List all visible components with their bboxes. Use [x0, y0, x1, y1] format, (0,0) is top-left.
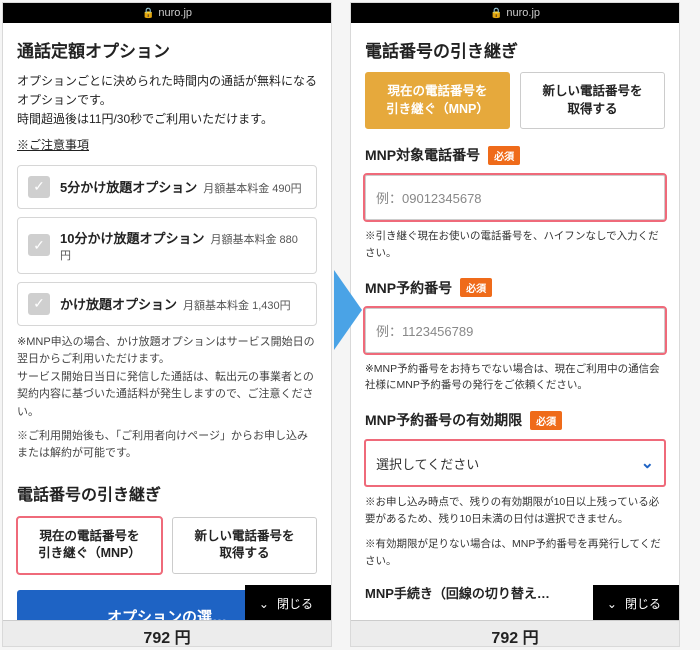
tab-keep-number[interactable]: 現在の電話番号を 引き継ぐ（MNP）: [17, 517, 162, 574]
checkbox-icon[interactable]: ✓: [28, 176, 50, 198]
option-price: 月額基本料金 490円: [203, 183, 301, 195]
fine-print: ※MNP申込の場合、かけ放題オプションはサービス開始日の翌日からご利用いただけま…: [17, 334, 317, 463]
notes-link[interactable]: ※ご注意事項: [17, 136, 89, 153]
close-bar[interactable]: ⌄ 閉じる: [593, 585, 679, 622]
option-unlimited[interactable]: ✓ かけ放題オプション月額基本料金 1,430円: [17, 282, 317, 326]
option-title: 10分かけ放題オプション: [60, 231, 204, 246]
close-label: 閉じる: [277, 595, 313, 612]
label-text: MNP予約番号の有効期限: [365, 410, 522, 430]
section-title-phone: 電話番号の引き継ぎ: [17, 481, 317, 505]
fine-print-2: ※ご利用開始後も、「ご利用者向けページ」からお申し込みまたは解約が可能です。: [17, 428, 317, 463]
chevron-down-icon: ⌄: [607, 597, 617, 611]
select-value: 選択してください: [376, 454, 479, 473]
phone-right: 🔒 nuro.jp 電話番号の引き継ぎ 現在の電話番号を 引き継ぐ（MNP） 新…: [350, 2, 680, 647]
mnp-expiry-select[interactable]: 選択してください ⌄: [365, 440, 665, 486]
page-title: 通話定額オプション: [17, 37, 317, 62]
helper-text: ※MNP予約番号をお持ちでない場合は、現在ご利用中の通信会社様にMNP予約番号の…: [365, 361, 665, 395]
close-label: 閉じる: [625, 595, 661, 612]
field-label-mnp-expiry: MNP予約番号の有効期限 必須: [365, 410, 665, 430]
label-text: MNP予約番号: [365, 278, 452, 298]
helper-text: ※お申し込み時点で、残りの有効期限が10日以上残っている必要があるため、残り10…: [365, 494, 665, 528]
url-text: nuro.jp: [158, 7, 192, 19]
option-desc: オプションごとに決められた時間内の通話が無料になるオプションです。 時間超過後は…: [17, 72, 317, 130]
close-bar[interactable]: ⌄ 閉じる: [245, 585, 331, 622]
field-label-mnp-reserve: MNP予約番号 必須: [365, 278, 665, 298]
checkbox-icon[interactable]: ✓: [28, 234, 50, 256]
url-bar: 🔒 nuro.jp: [351, 3, 679, 23]
option-10min[interactable]: ✓ 10分かけ放題オプション月額基本料金 880円: [17, 217, 317, 274]
phone-left: 🔒 nuro.jp 通話定額オプション オプションごとに決められた時間内の通話が…: [2, 2, 332, 647]
option-price: 月額基本料金 1,430円: [183, 300, 291, 312]
option-title: かけ放題オプション: [60, 297, 177, 312]
url-bar: 🔒 nuro.jp: [3, 3, 331, 23]
price-bar: 792 円: [351, 620, 679, 646]
page-title: 電話番号の引き継ぎ: [365, 37, 665, 62]
helper-text: ※有効期限が足りない場合は、MNP予約番号を再発行してください。: [365, 536, 665, 570]
required-badge: 必須: [530, 411, 562, 430]
mnp-reserve-input[interactable]: 例：1123456789: [365, 308, 665, 353]
price-bar: 792 円: [3, 620, 331, 646]
fine-print-1: ※MNP申込の場合、かけ放題オプションはサービス開始日の翌日からご利用いただけま…: [17, 334, 317, 422]
tab-new-number[interactable]: 新しい電話番号を 取得する: [520, 72, 665, 129]
tab-new-number[interactable]: 新しい電話番号を 取得する: [172, 517, 317, 574]
chevron-down-icon: ⌄: [641, 453, 654, 473]
url-text: nuro.jp: [506, 7, 540, 19]
option-title: 5分かけ放題オプション: [60, 180, 197, 195]
field-label-mnp-phone: MNP対象電話番号 必須: [365, 145, 665, 165]
chevron-down-icon: ⌄: [259, 597, 269, 611]
lock-icon: 🔒: [490, 8, 502, 19]
tab-keep-number[interactable]: 現在の電話番号を 引き継ぐ（MNP）: [365, 72, 510, 129]
checkbox-icon[interactable]: ✓: [28, 293, 50, 315]
option-5min[interactable]: ✓ 5分かけ放題オプション月額基本料金 490円: [17, 165, 317, 209]
required-badge: 必須: [488, 146, 520, 165]
helper-text: ※引き継ぐ現在お使いの電話番号を、ハイフンなしで入力ください。: [365, 228, 665, 262]
label-text: MNP対象電話番号: [365, 145, 480, 165]
lock-icon: 🔒: [142, 8, 154, 19]
required-badge: 必須: [460, 278, 492, 297]
mnp-phone-input[interactable]: 例：09012345678: [365, 175, 665, 220]
